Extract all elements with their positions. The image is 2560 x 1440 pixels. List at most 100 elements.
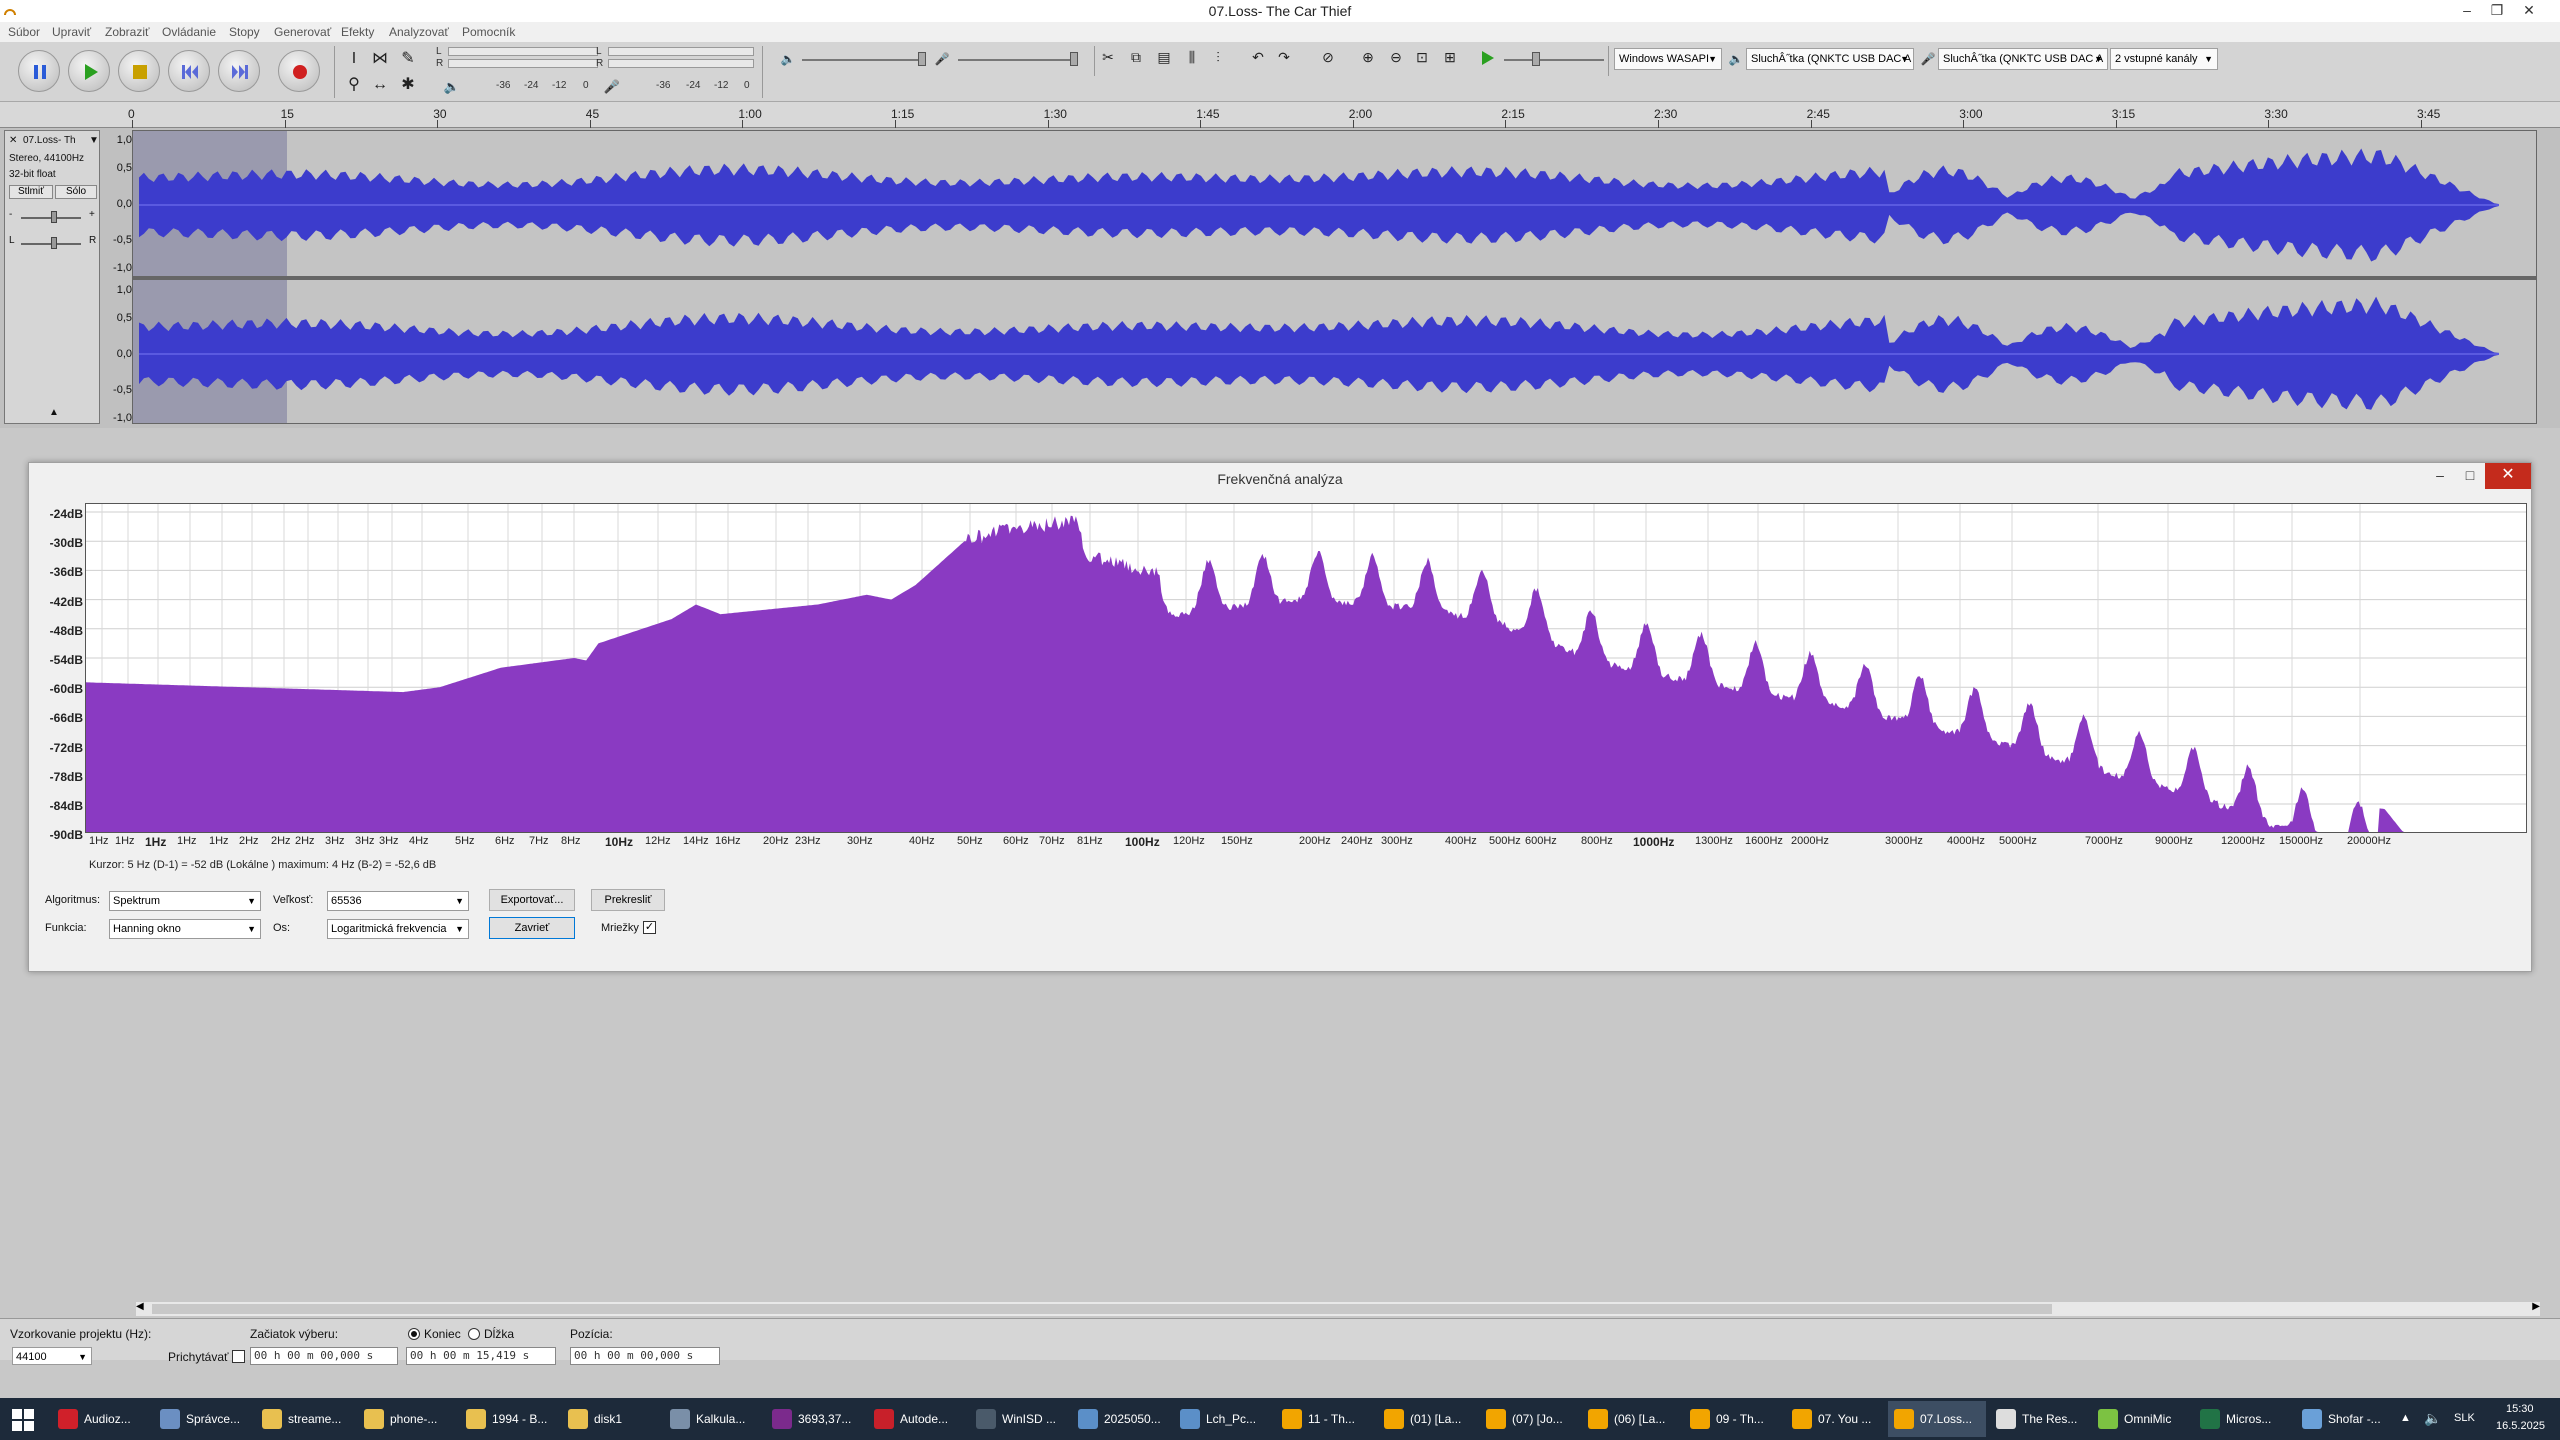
taskbar-app-button[interactable]: OmniMic [2092, 1401, 2190, 1437]
record-meter-left[interactable] [608, 47, 754, 56]
menu-edit[interactable]: Upraviť [52, 25, 91, 39]
taskbar-app-button[interactable]: Shofar -... [2296, 1401, 2394, 1437]
play-speed-slider[interactable] [1504, 59, 1604, 61]
menu-file[interactable]: Súbor [8, 25, 40, 39]
taskbar-app-button[interactable]: 11 - Th... [1276, 1401, 1374, 1437]
play-at-speed-icon[interactable] [1480, 50, 1496, 66]
mute-button[interactable]: Stlmiť [9, 185, 53, 199]
output-device-select[interactable]: SluchÂ˝tka (QNKTC USB DAC A ▼ [1746, 48, 1914, 70]
silence-icon[interactable]: ⫶ [1206, 46, 1230, 70]
grids-checkbox[interactable]: ✓ [643, 921, 656, 934]
menu-view[interactable]: Zobraziť [105, 25, 150, 39]
audio-host-select[interactable]: Windows WASAPI ▼ [1614, 48, 1722, 70]
close-window-button[interactable]: ✕ [2514, 0, 2544, 22]
undo-icon[interactable]: ↶ [1246, 46, 1270, 70]
taskbar-app-button[interactable]: WinISD ... [970, 1401, 1068, 1437]
taskbar-app-button[interactable]: Lch_Pc... [1174, 1401, 1272, 1437]
replot-button[interactable]: Prekresliť [591, 889, 665, 911]
spectrum-plot[interactable] [85, 503, 2527, 833]
scrollbar-thumb[interactable] [152, 1304, 2052, 1314]
windows-start-icon[interactable] [12, 1409, 34, 1431]
axis-select[interactable]: Logaritmická frekvencia ▼ [327, 919, 469, 939]
track-menu-chevron-icon[interactable]: ▼ [89, 135, 99, 146]
sync-lock-icon[interactable]: ⊘ [1316, 46, 1340, 70]
zoom-out-icon[interactable]: ⊖ [1384, 46, 1408, 70]
playback-meter-right[interactable] [448, 59, 598, 68]
pause-button[interactable] [18, 50, 60, 92]
taskbar-app-button[interactable]: (07) [Jo... [1480, 1401, 1578, 1437]
taskbar-app-button[interactable]: (01) [La... [1378, 1401, 1476, 1437]
language-indicator[interactable]: SLK [2454, 1412, 2475, 1424]
record-volume-thumb[interactable] [1070, 52, 1078, 66]
clock-date[interactable]: 16.5.2025 [2496, 1420, 2545, 1432]
multi-tool-icon[interactable]: ✱ [396, 74, 420, 98]
menu-help[interactable]: Pomocník [462, 25, 515, 39]
dialog-minimize-button[interactable]: – [2425, 463, 2455, 489]
microphone-icon[interactable]: 🎤 [600, 76, 624, 100]
horizontal-scrollbar[interactable]: ◀ ▶ [136, 1302, 2540, 1316]
zoom-tool-icon[interactable]: ⚲ [342, 74, 366, 98]
tray-overflow-icon[interactable]: ▲ [2400, 1412, 2411, 1424]
draw-tool-icon[interactable]: ✎ [396, 48, 420, 72]
cut-icon[interactable]: ✂ [1096, 46, 1120, 70]
selection-tool-icon[interactable]: I [342, 48, 366, 72]
selection-start-field[interactable]: 00 h 00 m 00,000 s [250, 1347, 398, 1365]
playback-volume-thumb[interactable] [918, 52, 926, 66]
speaker-icon[interactable]: 🔈 [440, 76, 464, 100]
stop-button[interactable] [118, 50, 160, 92]
solo-button[interactable]: Sólo [55, 185, 97, 199]
playback-volume-slider[interactable] [802, 59, 922, 61]
taskbar-app-button[interactable]: 07.Loss... [1888, 1401, 1986, 1437]
trim-icon[interactable]: ⫼ [1180, 46, 1204, 70]
speaker-tray-icon[interactable]: 🔈 [2424, 1410, 2441, 1427]
position-field[interactable]: 00 h 00 m 00,000 s [570, 1347, 720, 1365]
menu-analyze[interactable]: Analyzovať [389, 25, 449, 39]
menu-effects[interactable]: Efekty [341, 25, 374, 39]
taskbar-app-button[interactable]: 3693,37... [766, 1401, 864, 1437]
envelope-tool-icon[interactable]: ⋈ [368, 48, 392, 72]
taskbar-app-button[interactable]: Autode... [868, 1401, 966, 1437]
taskbar-app-button[interactable]: (06) [La... [1582, 1401, 1680, 1437]
copy-icon[interactable]: ⧉ [1124, 46, 1148, 70]
gain-thumb[interactable] [51, 211, 57, 223]
close-dialog-button[interactable]: Zavrieť [489, 917, 575, 939]
fit-project-icon[interactable]: ⊞ [1438, 46, 1462, 70]
track-close-icon[interactable]: ✕ [9, 135, 17, 146]
taskbar-app-button[interactable]: 1994 - B... [460, 1401, 558, 1437]
skip-start-button[interactable] [168, 50, 210, 92]
skip-end-button[interactable] [218, 50, 260, 92]
collapse-track-icon[interactable]: ▲ [49, 407, 59, 418]
taskbar-app-button[interactable]: streame... [256, 1401, 354, 1437]
function-select[interactable]: Hanning okno ▼ [109, 919, 261, 939]
selection-end-field[interactable]: 00 h 00 m 15,419 s [406, 1347, 556, 1365]
track-name[interactable]: 07.Loss- Th [23, 135, 76, 146]
record-button[interactable] [278, 50, 320, 92]
menu-transport[interactable]: Ovládanie [162, 25, 216, 39]
menu-tracks[interactable]: Stopy [229, 25, 260, 39]
paste-icon[interactable]: ▤ [1152, 46, 1176, 70]
record-volume-slider[interactable] [958, 59, 1078, 61]
dialog-close-icon[interactable]: ✕ [2485, 463, 2531, 489]
waveform-area[interactable] [132, 130, 2537, 424]
dialog-maximize-button[interactable]: □ [2455, 463, 2485, 489]
record-meter-right[interactable] [608, 59, 754, 68]
menu-generate[interactable]: Generovať [274, 25, 331, 39]
taskbar-app-button[interactable]: 09 - Th... [1684, 1401, 1782, 1437]
taskbar-app-button[interactable]: Micros... [2194, 1401, 2292, 1437]
length-radio[interactable] [468, 1328, 480, 1340]
taskbar-app-button[interactable]: 2025050... [1072, 1401, 1170, 1437]
input-device-select[interactable]: SluchÂ˝tka (QNKTC USB DAC A ▼ [1938, 48, 2108, 70]
taskbar-app-button[interactable]: 07. You ... [1786, 1401, 1884, 1437]
minimize-button[interactable]: – [2452, 0, 2482, 22]
snap-checkbox[interactable] [232, 1350, 245, 1363]
taskbar-app-button[interactable]: Kalkula... [664, 1401, 762, 1437]
play-speed-thumb[interactable] [1532, 52, 1540, 66]
play-button[interactable] [68, 50, 110, 92]
input-channels-select[interactable]: 2 vstupné kanály ▼ [2110, 48, 2218, 70]
end-radio[interactable] [408, 1328, 420, 1340]
pan-thumb[interactable] [51, 237, 57, 249]
playback-meter-left[interactable] [448, 47, 598, 56]
taskbar-app-button[interactable]: disk1 [562, 1401, 660, 1437]
taskbar-app-button[interactable]: The Res... [1990, 1401, 2088, 1437]
zoom-in-icon[interactable]: ⊕ [1356, 46, 1380, 70]
